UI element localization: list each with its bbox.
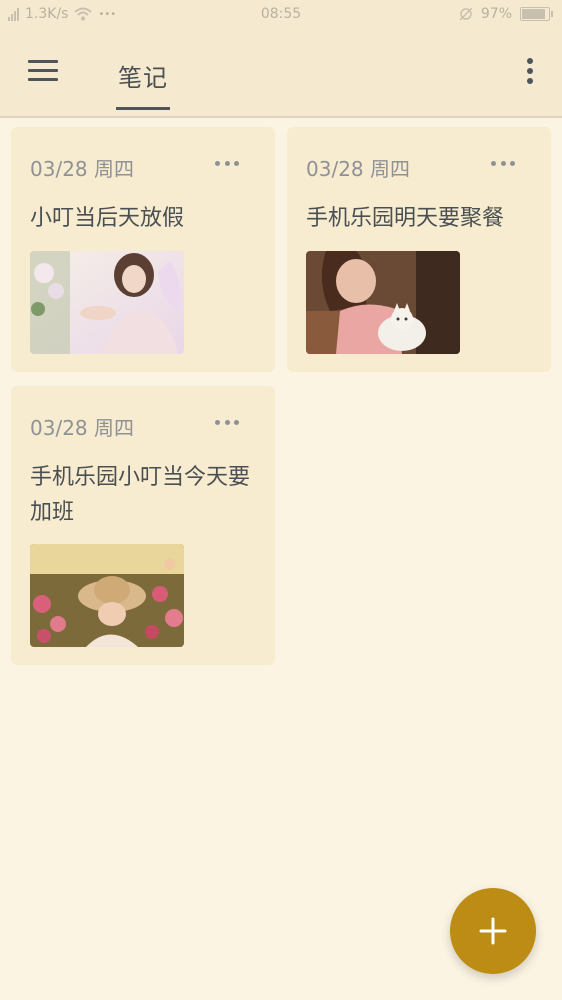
note-card[interactable]: 03/28 周四 手机乐园小叮当今天要加班 (11, 386, 275, 665)
add-note-button[interactable] (450, 888, 536, 974)
tab-notes[interactable]: 笔记 (116, 30, 170, 110)
note-title: 手机乐园小叮当今天要加班 (30, 465, 251, 525)
note-title: 小叮当后天放假 (30, 206, 185, 231)
menu-icon[interactable] (28, 60, 58, 82)
note-image-girl-with-flowers[interactable] (30, 251, 184, 354)
tab-indicator (116, 107, 170, 110)
note-more-icon[interactable] (491, 161, 515, 167)
alarm-off-icon (459, 7, 473, 21)
battery-icon (520, 7, 553, 21)
app-bar: 笔记 (0, 30, 562, 118)
note-card[interactable]: 03/28 周四 手机乐园明天要聚餐 (287, 127, 551, 372)
battery-percent: 97% (480, 6, 512, 22)
note-title: 手机乐园明天要聚餐 (306, 206, 505, 231)
more-vert-icon[interactable] (526, 58, 534, 86)
note-more-icon[interactable] (215, 420, 239, 426)
status-time: 08:55 (260, 6, 302, 22)
note-date: 03/28 周四 (30, 416, 134, 440)
note-more-icon[interactable] (215, 161, 239, 167)
note-card[interactable]: 03/28 周四 小叮当后天放假 (11, 127, 275, 372)
status-bar: 1.3K/s ••• 08:55 97% (0, 0, 562, 30)
note-image-girl-with-cat[interactable] (306, 251, 460, 354)
plus-icon (479, 917, 507, 945)
note-image-girl-with-hat[interactable] (30, 544, 184, 647)
note-date: 03/28 周四 (306, 157, 410, 181)
note-date: 03/28 周四 (30, 157, 134, 181)
tab-notes-label: 笔记 (118, 64, 168, 92)
